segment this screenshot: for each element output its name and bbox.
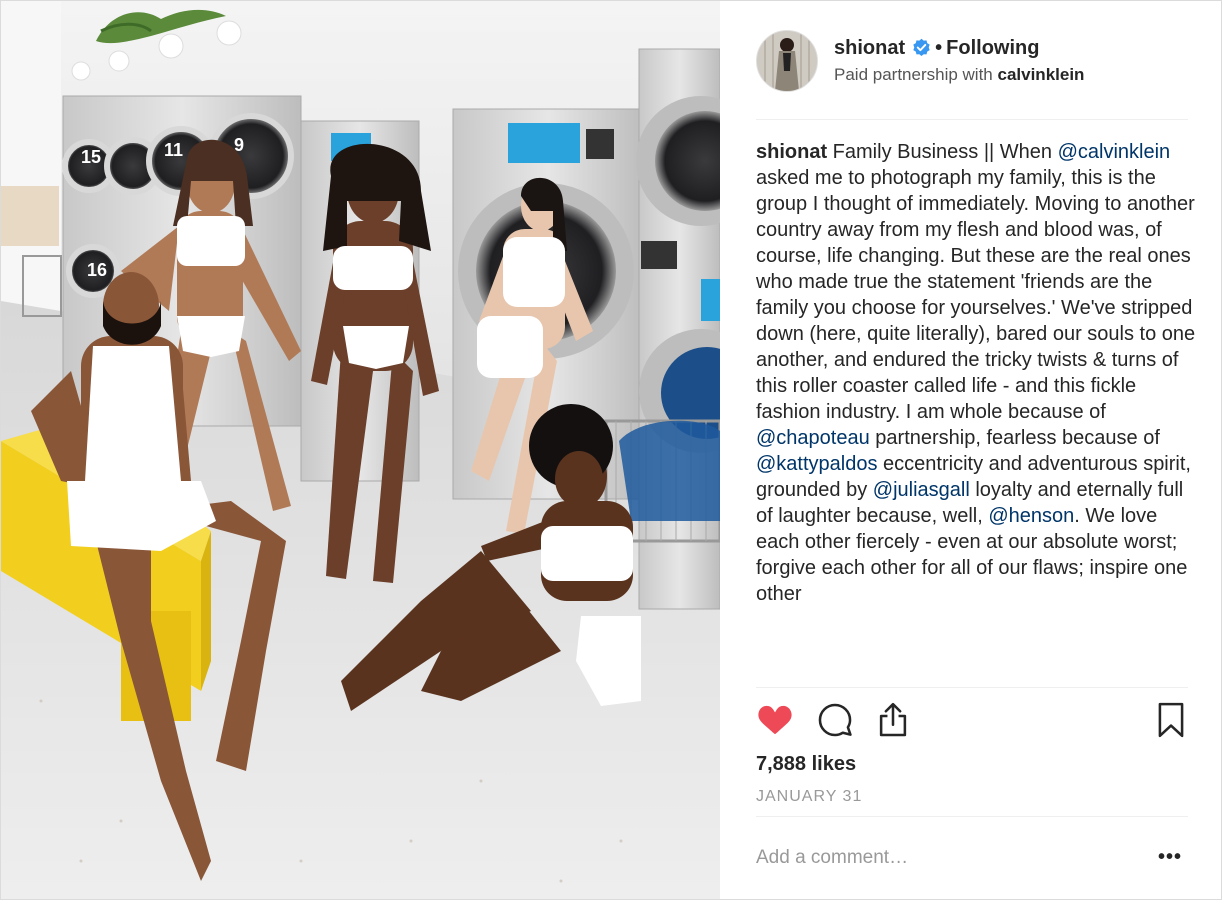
caption-segment: partnership, fearless because of xyxy=(869,427,1160,449)
post-photo[interactable]: 15 11 9 16 xyxy=(1,1,720,899)
separator-dot: • xyxy=(935,37,943,59)
bookmark-icon xyxy=(1158,702,1184,738)
caption-segment: asked me to photograph my family, this i… xyxy=(756,167,1196,423)
mention-link[interactable]: @chapoteau xyxy=(756,427,870,449)
username[interactable]: shionat xyxy=(834,37,905,59)
like-button[interactable] xyxy=(756,701,794,744)
laundromat-photo-illustration: 15 11 9 16 xyxy=(1,1,720,899)
comment-icon xyxy=(818,703,852,737)
profile-photo-icon xyxy=(757,31,817,91)
post-side-panel: shionat • Following Paid partnership with … xyxy=(721,1,1221,899)
svg-text:16: 16 xyxy=(87,260,107,280)
post-date[interactable]: JANUARY 31 xyxy=(756,786,862,808)
profile-avatar[interactable] xyxy=(756,30,818,92)
caption-text: shionat Family Business || When @calvink… xyxy=(756,139,1196,607)
caption-segment: Family Business || When xyxy=(827,141,1058,163)
mention-link[interactable]: @calvinklein xyxy=(1058,141,1171,163)
mention-link[interactable]: @kattypaldos xyxy=(756,453,877,475)
instagram-post: 15 11 9 16 shionat • Following Paid part… xyxy=(0,0,1222,900)
comment-button[interactable] xyxy=(816,701,854,744)
svg-text:15: 15 xyxy=(81,147,101,167)
partner-link[interactable]: calvinklein xyxy=(998,65,1085,84)
likes-count[interactable]: 7,888 likes xyxy=(756,751,856,777)
paid-partnership-line: Paid partnership with calvinklein xyxy=(834,64,1084,86)
comment-input[interactable] xyxy=(756,841,1146,875)
share-button[interactable] xyxy=(874,701,912,744)
more-options-button[interactable]: ••• xyxy=(1158,847,1182,867)
verified-badge-icon xyxy=(912,38,931,64)
mention-link[interactable]: @henson xyxy=(988,505,1074,527)
divider xyxy=(756,687,1188,688)
caption-username[interactable]: shionat xyxy=(756,141,827,163)
divider xyxy=(756,816,1188,817)
post-caption: shionat Family Business || When @calvink… xyxy=(756,139,1196,685)
partnership-label: Paid partnership with xyxy=(834,65,993,84)
share-icon xyxy=(879,702,907,737)
post-actions xyxy=(756,701,1188,741)
following-button[interactable]: Following xyxy=(946,37,1039,59)
post-header: shionat • Following Paid partnership with … xyxy=(756,29,1188,93)
svg-text:11: 11 xyxy=(164,140,183,160)
username-line: shionat • Following xyxy=(834,35,1039,64)
divider xyxy=(756,119,1188,120)
save-button[interactable] xyxy=(1152,701,1190,744)
mention-link[interactable]: @juliasgall xyxy=(873,479,970,501)
heart-filled-icon xyxy=(758,705,792,735)
